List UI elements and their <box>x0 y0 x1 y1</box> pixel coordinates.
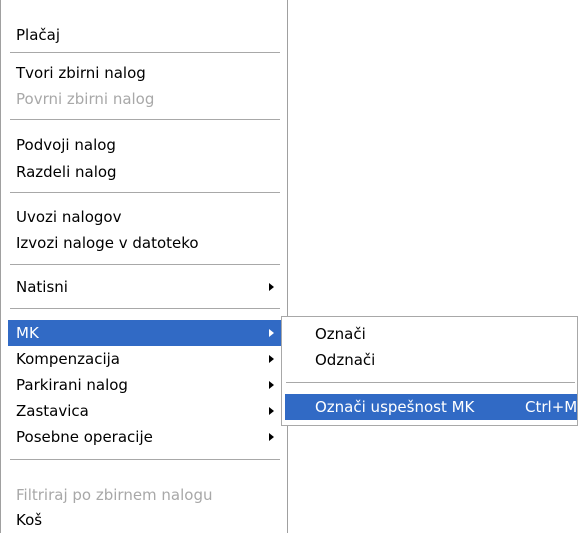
menu-item-placaj[interactable]: Plačaj <box>8 22 281 48</box>
menu-left-border <box>0 0 1 533</box>
submenu-arrow-icon <box>269 283 274 291</box>
menu-item-kompenzacija[interactable]: Kompenzacija <box>8 346 281 372</box>
menu-item-parkirani-nalog[interactable]: Parkirani nalog <box>8 372 281 398</box>
menu-separator <box>10 308 280 310</box>
context-menu: Plačaj Tvori zbirni nalog Povrni zbirni … <box>0 0 288 533</box>
menu-right-border <box>287 0 288 533</box>
menu-item-posebne-operacije[interactable]: Posebne operacije <box>8 424 281 450</box>
menu-item-label: Parkirani nalog <box>16 376 128 394</box>
menu-item-label: Filtriraj po zbirnem nalogu <box>16 486 213 504</box>
menu-item-label: Zastavica <box>16 402 89 420</box>
menu-separator <box>10 119 280 121</box>
menu-item-uvozi-nalogov[interactable]: Uvozi nalogov <box>8 204 281 230</box>
shortcut-label: Ctrl+M <box>525 398 578 416</box>
submenu-item-label: Označi <box>315 325 366 343</box>
menu-item-label: Podvoji nalog <box>16 136 116 154</box>
menu-item-label: Natisni <box>16 278 68 296</box>
menu-item-label: Tvori zbirni nalog <box>16 64 146 82</box>
menu-item-povrni-zbirni-nalog: Povrni zbirni nalog <box>8 86 281 112</box>
menu-item-natisni[interactable]: Natisni <box>8 274 281 300</box>
submenu-item-oznaci[interactable]: Označi <box>285 321 577 347</box>
menu-item-mk[interactable]: MK <box>8 320 281 346</box>
menu-item-razdeli-nalog[interactable]: Razdeli nalog <box>8 159 281 185</box>
menu-separator <box>10 192 280 194</box>
menu-separator <box>10 52 280 54</box>
submenu-item-label: Odznači <box>315 351 376 369</box>
menu-item-label: Razdeli nalog <box>16 163 117 181</box>
submenu-arrow-icon <box>269 433 274 441</box>
menu-item-label: Posebne operacije <box>16 428 153 446</box>
submenu-arrow-icon <box>269 381 274 389</box>
menu-item-label: Povrni zbirni nalog <box>16 90 155 108</box>
menu-separator <box>10 459 280 461</box>
menu-item-label: Kompenzacija <box>16 350 120 368</box>
mk-submenu: Označi Odznači Označi uspešnost MK Ctrl+M <box>281 316 578 426</box>
menu-item-kos[interactable]: Koš <box>8 507 281 533</box>
menu-separator <box>10 264 280 266</box>
submenu-arrow-icon <box>269 329 274 337</box>
submenu-arrow-icon <box>269 355 274 363</box>
menu-item-izvozi-naloge[interactable]: Izvozi naloge v datoteko <box>8 230 281 256</box>
menu-item-filtriraj-po-zbirnem-nalogu: Filtriraj po zbirnem nalogu <box>8 482 281 508</box>
menu-item-label: Uvozi nalogov <box>16 208 122 226</box>
menu-item-zastavica[interactable]: Zastavica <box>8 398 281 424</box>
submenu-item-oznaci-uspesnost-mk[interactable]: Označi uspešnost MK Ctrl+M <box>285 394 577 420</box>
menu-item-podvoji-nalog[interactable]: Podvoji nalog <box>8 132 281 158</box>
menu-item-label: Plačaj <box>16 26 61 44</box>
menu-item-label: Koš <box>16 511 43 529</box>
menu-item-tvori-zbirni-nalog[interactable]: Tvori zbirni nalog <box>8 60 281 86</box>
submenu-separator <box>286 382 575 384</box>
menu-item-label: Izvozi naloge v datoteko <box>16 234 199 252</box>
submenu-item-odznaci[interactable]: Odznači <box>285 347 577 373</box>
submenu-arrow-icon <box>269 407 274 415</box>
menu-item-label: MK <box>16 324 39 342</box>
submenu-item-label: Označi uspešnost MK <box>315 398 475 416</box>
